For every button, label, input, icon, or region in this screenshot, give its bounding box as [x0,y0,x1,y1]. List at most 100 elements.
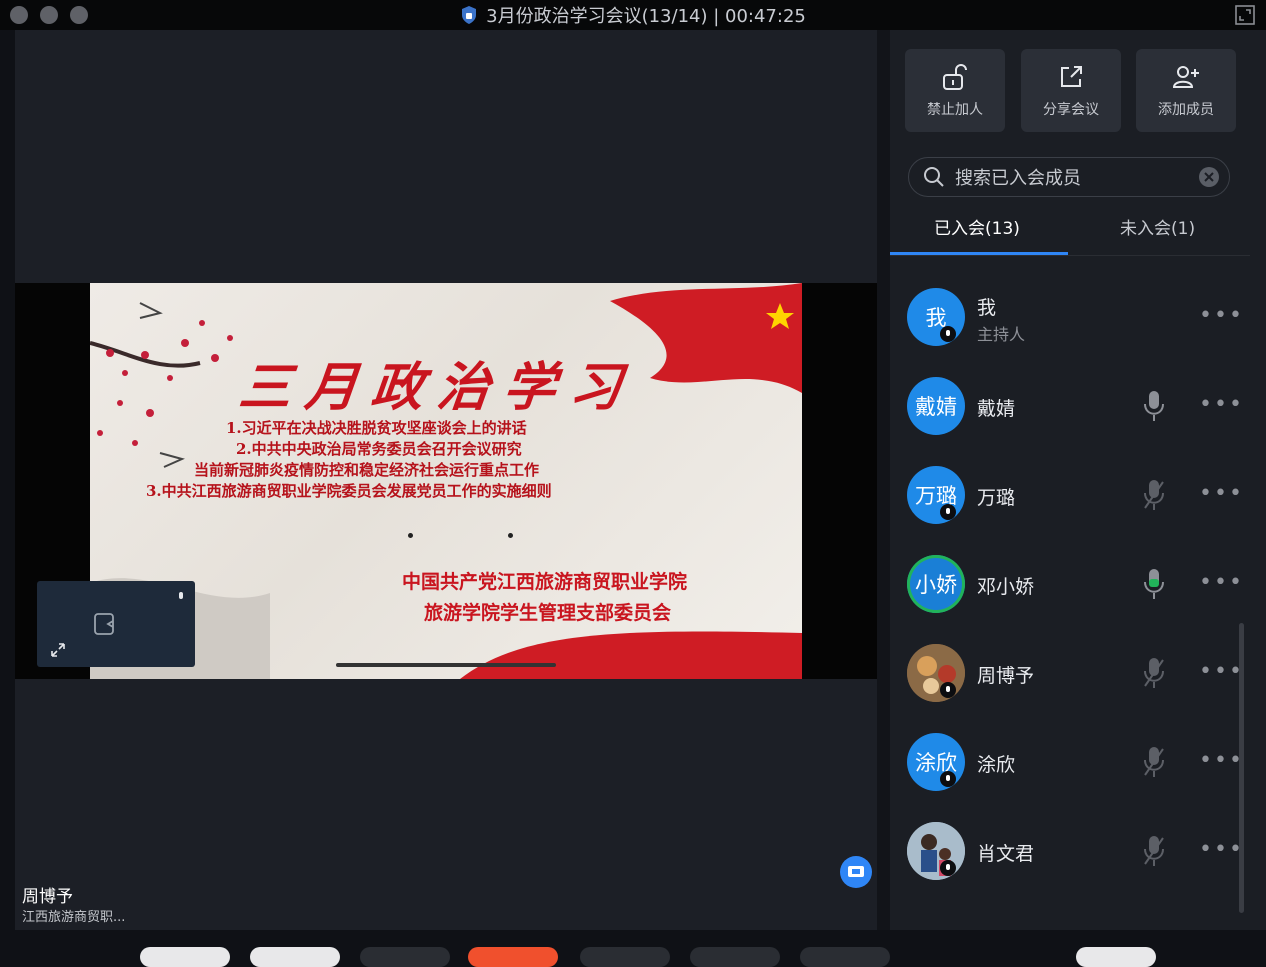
mic-icon [179,592,183,599]
toolbar-button-video[interactable] [250,947,340,967]
lock-icon [943,63,967,90]
avatar [907,644,965,702]
toolbar-button-share[interactable] [360,947,450,967]
expand-icon[interactable] [49,641,67,659]
mic-badge-icon [940,504,956,520]
tab-divider [890,255,1250,256]
mic-muted-icon[interactable] [1143,656,1165,690]
more-options-icon[interactable]: ••• [1199,659,1244,684]
title-bar: 3月份政治学习会议(13/14) | 00:47:25 [0,0,1266,30]
share-icon [1061,65,1082,87]
avatar: 戴婧 [907,377,965,435]
more-options-icon[interactable]: ••• [1199,481,1244,506]
action-label: 禁止加人 [927,101,983,118]
mic-badge-icon [940,771,956,787]
screen-icon [848,866,864,877]
toolbar-button-mute[interactable] [140,947,230,967]
member-search-input[interactable]: 搜索已入会成员 [908,157,1230,197]
more-options-icon[interactable]: ••• [1199,392,1244,417]
search-placeholder: 搜索已入会成员 [955,168,1081,189]
tab-not-joined[interactable]: 未入会(1) [1120,214,1195,239]
toolbar-button-end[interactable] [1076,947,1156,967]
photo-avatar [907,644,965,702]
mic-speaking-icon[interactable] [1143,567,1165,601]
agenda-line: 1.习近平在决战决胜脱贫攻坚座谈会上的讲话 [226,419,527,437]
toolbar-button-apps[interactable] [800,947,890,967]
share-meeting-button[interactable]: 分享会议 [1021,49,1121,132]
tab-joined[interactable]: 已入会(13) [934,214,1020,239]
mic-badge-icon [940,326,956,342]
slide-title: 三月政治学习 [236,357,639,418]
window-title: 3月份政治学习会议(13/14) | 00:47:25 [486,6,806,27]
active-speaker-name: 周博予 [22,887,73,907]
slide-dot [408,533,413,538]
zoom-window-button[interactable] [70,6,88,24]
add-member-button[interactable]: 添加成员 [1136,49,1236,132]
members-panel: 禁止加人 分享会议 添加成员 搜索已入会成员 已入会(13) 未入会(1) 我 … [890,30,1266,930]
mic-muted-icon[interactable] [1143,745,1165,779]
minimize-window-button[interactable] [40,6,58,24]
close-window-button[interactable] [10,6,28,24]
toolbar-button-record[interactable] [468,947,558,967]
action-label: 添加成员 [1158,101,1214,118]
action-label: 分享会议 [1043,101,1099,118]
fullscreen-icon[interactable] [1234,4,1256,26]
mic-muted-icon[interactable] [1143,478,1165,512]
mic-icon[interactable] [1143,389,1165,423]
active-speaker-org: 江西旅游商贸职... [22,910,126,925]
slide-agenda: 1.习近平在决战决胜脱贫攻坚座谈会上的讲话 2.中共中央政治局常务委员会召开会议… [146,418,786,502]
avatar: 涂欣 [907,733,965,791]
search-icon [924,167,944,187]
member-name: 周博予 [977,665,1035,687]
member-name: 邓小娇 [977,576,1035,598]
member-name: 我 [977,297,997,319]
more-options-icon[interactable]: ••• [1199,748,1244,773]
member-row[interactable]: 周博予 ••• [890,629,1250,717]
avatar: 我 [907,288,965,346]
slide-dot [508,533,513,538]
mic-badge-icon [940,860,956,876]
member-row[interactable]: 万璐 万璐 ••• [890,451,1250,539]
shield-icon [462,6,477,24]
lock-meeting-button[interactable]: 禁止加人 [905,49,1005,132]
toolbar-button-members[interactable] [580,947,670,967]
avatar: 小娇 [907,555,965,613]
member-row[interactable]: 小娇 邓小娇 ••• [890,540,1250,628]
slide-organization: 中国共产党江西旅游商贸职业学院 旅游学院学生管理支部委员会 [402,567,687,629]
more-options-icon[interactable]: ••• [1199,303,1244,328]
member-row[interactable]: 我 我 主持人 ••• [890,273,1250,361]
member-list-scrollbar[interactable] [1239,623,1244,913]
agenda-line: 3.中共江西旅游商贸职业学院委员会发展党员工作的实施细则 [146,482,552,500]
org-line: 中国共产党江西旅游商贸职业学院 [402,571,688,593]
more-options-icon[interactable]: ••• [1199,570,1244,595]
org-line: 旅游学院学生管理支部委员会 [424,602,672,624]
member-name: 肖文君 [977,843,1035,865]
agenda-line: 当前新冠肺炎疫情防控和稳定经济社会运行重点工作 [194,461,540,479]
photo-avatar [907,822,965,880]
mic-muted-icon[interactable] [1143,834,1165,868]
avatar: 万璐 [907,466,965,524]
toolbar-button-chat[interactable] [690,947,780,967]
agenda-line: 2.中共中央政治局常务委员会召开会议研究 [236,440,522,458]
add-user-icon [1172,65,1199,88]
active-tab-indicator [890,252,1068,255]
mic-badge-icon [940,682,956,698]
screen-share-button[interactable] [840,856,872,888]
member-role: 主持人 [977,325,1026,344]
shared-slide: 三月政治学习 1.习近平在决战决胜脱贫攻坚座谈会上的讲话 2.中共中央政治局常务… [90,283,802,679]
slide-progress-bar [336,663,556,667]
member-row[interactable]: 肖文君 ••• [890,807,1250,895]
member-name: 涂欣 [977,754,1016,776]
main-video-area: 三月政治学习 1.习近平在决战决胜脱贫攻坚座谈会上的讲话 2.中共中央政治局常务… [15,30,877,930]
window-controls [10,6,88,24]
camera-off-icon [94,613,114,635]
member-row[interactable]: 涂欣 涂欣 ••• [890,718,1250,806]
floating-video-panel[interactable] [37,581,195,667]
member-name: 万璐 [977,487,1016,509]
more-options-icon[interactable]: ••• [1199,837,1244,862]
panel-divider [877,30,890,930]
clear-search-button[interactable] [1199,167,1219,187]
member-name: 戴婧 [977,398,1016,420]
member-row[interactable]: 戴婧 戴婧 ••• [890,362,1250,450]
avatar [907,822,965,880]
